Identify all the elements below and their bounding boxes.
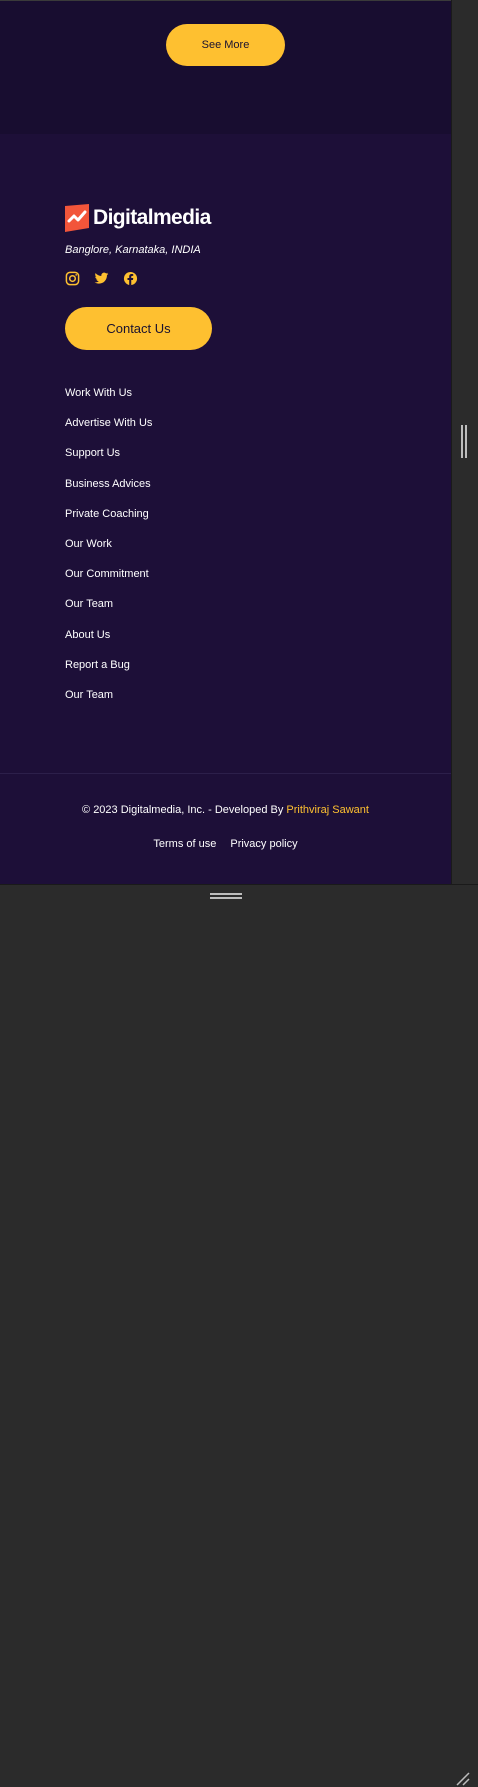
footer-link[interactable]: Our Team bbox=[65, 688, 152, 718]
footer-link[interactable]: Advertise With Us bbox=[65, 416, 152, 446]
developer-link[interactable]: Prithviraj Sawant bbox=[286, 804, 369, 816]
footer-link[interactable]: Report a Bug bbox=[65, 658, 152, 688]
brand-logo[interactable]: Digitalmedia bbox=[65, 203, 211, 232]
footer-link[interactable]: Work With Us bbox=[65, 386, 152, 416]
footer-links: Work With Us Advertise With Us Support U… bbox=[65, 386, 152, 718]
social-links bbox=[65, 271, 138, 286]
footer-link[interactable]: Business Advices bbox=[65, 477, 152, 507]
terms-link[interactable]: Terms of use bbox=[153, 838, 216, 850]
footer-link[interactable]: Support Us bbox=[65, 446, 152, 476]
address-text: Banglore, Karnataka, INDIA bbox=[65, 244, 201, 256]
twitter-icon[interactable] bbox=[94, 271, 109, 286]
contact-us-button[interactable]: Contact Us bbox=[65, 307, 212, 350]
see-more-section: See More bbox=[0, 0, 451, 134]
site-footer: Digitalmedia Banglore, Karnataka, INDIA bbox=[0, 134, 451, 884]
resize-corner-icon[interactable] bbox=[455, 1771, 471, 1787]
footer-link[interactable]: Private Coaching bbox=[65, 507, 152, 537]
instagram-icon[interactable] bbox=[65, 271, 80, 286]
horizontal-grip-icon[interactable] bbox=[210, 893, 242, 899]
copyright-text: © 2023 Digitalmedia, Inc. - Developed By bbox=[82, 804, 284, 816]
see-more-button[interactable]: See More bbox=[166, 24, 285, 66]
facebook-icon[interactable] bbox=[123, 271, 138, 286]
footer-link[interactable]: Our Team bbox=[65, 597, 152, 627]
brand-name: Digitalmedia bbox=[93, 205, 211, 229]
footer-divider bbox=[0, 773, 451, 774]
legal-links: Terms of use Privacy policy bbox=[0, 838, 451, 850]
scrollbar-grip-icon[interactable] bbox=[460, 425, 468, 458]
page-viewport: See More Digitalmedia Banglore, Karnatak… bbox=[0, 0, 451, 884]
vertical-scrollbar[interactable] bbox=[451, 0, 478, 884]
copyright-line: © 2023 Digitalmedia, Inc. - Developed By… bbox=[0, 804, 451, 816]
footer-link[interactable]: Our Work bbox=[65, 537, 152, 567]
brand-logo-icon bbox=[65, 203, 89, 232]
footer-link[interactable]: Our Commitment bbox=[65, 567, 152, 597]
privacy-link[interactable]: Privacy policy bbox=[230, 838, 297, 850]
bottom-resize-bar[interactable] bbox=[0, 884, 478, 1786]
footer-link[interactable]: About Us bbox=[65, 628, 152, 658]
